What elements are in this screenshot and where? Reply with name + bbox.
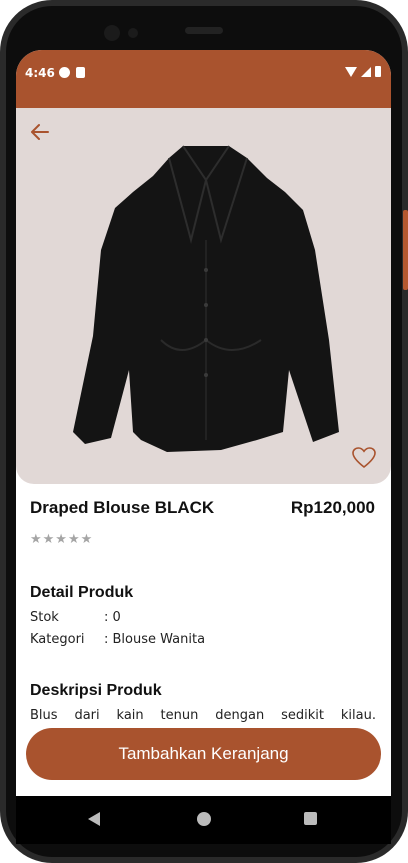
- system-nav-bar: [16, 796, 391, 844]
- nav-back-icon[interactable]: [88, 812, 100, 826]
- product-image-area: [16, 108, 391, 484]
- side-button: [403, 210, 408, 290]
- product-name: Draped Blouse BLACK: [30, 498, 215, 517]
- phone-frame: 4:46 Draped Blouse BLACK Rp120,000 ★★★★★…: [0, 0, 408, 863]
- stock-value: : 0: [104, 610, 121, 625]
- wifi-icon: [345, 66, 357, 77]
- front-sensor: [128, 28, 138, 38]
- nav-home-icon[interactable]: [197, 812, 211, 826]
- status-right-icons: [345, 66, 381, 77]
- sd-card-icon: [76, 67, 85, 78]
- notification-icon: [59, 67, 70, 78]
- category-row: Kategori : Blouse Wanita: [30, 632, 205, 647]
- front-camera: [104, 25, 120, 41]
- earpiece-speaker: [185, 27, 223, 34]
- rating-stars: ★★★★★: [30, 532, 94, 547]
- nav-recent-icon[interactable]: [304, 812, 317, 825]
- app-screen: 4:46 Draped Blouse BLACK Rp120,000 ★★★★★…: [16, 50, 391, 796]
- category-label: Kategori: [30, 632, 85, 647]
- product-image: [73, 145, 339, 452]
- heart-icon[interactable]: [351, 446, 377, 470]
- detail-heading: Detail Produk: [30, 584, 134, 601]
- description-heading: Deskripsi Produk: [30, 682, 162, 699]
- add-to-cart-button[interactable]: Tambahkan Keranjang: [26, 728, 381, 780]
- stock-label: Stok: [30, 610, 59, 625]
- category-value: : Blouse Wanita: [104, 632, 206, 647]
- signal-icon: [361, 66, 371, 77]
- battery-icon: [375, 66, 381, 77]
- status-time: 4:46: [25, 66, 55, 80]
- description-text: Blus dari kain tenun dengan sedikit kila…: [30, 708, 376, 723]
- stock-row: Stok : 0: [30, 610, 121, 625]
- product-price: Rp120,000: [290, 498, 375, 517]
- back-arrow-icon[interactable]: [28, 120, 52, 144]
- status-bar: 4:46: [16, 50, 391, 108]
